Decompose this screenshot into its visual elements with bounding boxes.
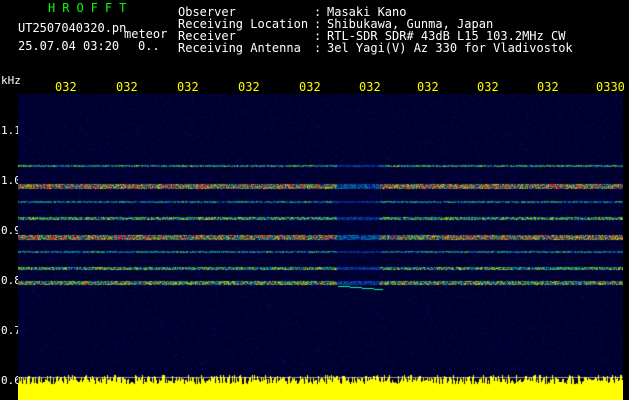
hrofft-screen: HROFFT UT2507040320.pn meteor 25.07.04 0… bbox=[0, 0, 629, 400]
time-label: 0330 bbox=[596, 80, 625, 94]
time-label: 032 bbox=[537, 80, 559, 94]
time-label: 032 bbox=[359, 80, 381, 94]
app-logo: HROFFT bbox=[48, 1, 134, 15]
info-sep: : bbox=[314, 41, 322, 55]
filename: UT2507040320.pn bbox=[18, 21, 127, 35]
detection-count: 0.. bbox=[138, 39, 160, 53]
spectrogram bbox=[18, 94, 623, 400]
time-label: 032 bbox=[299, 80, 321, 94]
info-value: 3el Yagi(V) Az 330 for Vladivostok bbox=[327, 41, 573, 55]
time-label: 032 bbox=[116, 80, 138, 94]
time-label: 032 bbox=[55, 80, 77, 94]
spectrogram-canvas bbox=[18, 94, 623, 400]
info-label: Receiving Antenna bbox=[178, 41, 301, 55]
time-label: 032 bbox=[477, 80, 499, 94]
time-label: 032 bbox=[417, 80, 439, 94]
datetime: 25.07.04 03:20 bbox=[18, 39, 120, 53]
y-axis-unit: kHz bbox=[1, 74, 21, 87]
time-label: 032 bbox=[177, 80, 199, 94]
time-label: 032 bbox=[238, 80, 260, 94]
